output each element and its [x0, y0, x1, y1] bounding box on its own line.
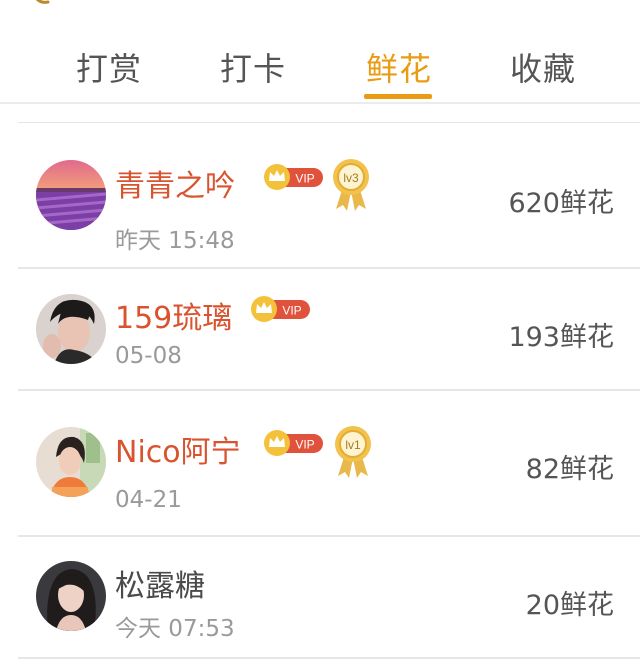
vip-badge: VIP — [264, 164, 323, 190]
timestamp: 昨天 15:48 — [115, 228, 235, 254]
user-name[interactable]: 青青之吟 — [115, 161, 235, 205]
vip-badge: VIP — [251, 296, 310, 322]
level-medal-icon: lv1 — [335, 426, 371, 478]
tab-reward[interactable]: 打赏 — [76, 44, 142, 90]
flower-count: 620鲜花 — [508, 188, 614, 219]
medal-level-text: lv3 — [343, 171, 359, 185]
avatar[interactable] — [36, 294, 106, 364]
list-item[interactable]: 159琉璃 VIP 05-08 193鲜花 — [18, 269, 640, 391]
list-item[interactable]: 青青之吟 VIP lv3 昨天 15:48 620鲜花 — [18, 123, 640, 269]
medal-level-text: lv1 — [345, 438, 361, 452]
list-item[interactable]: Nico阿宁 VIP lv1 04-21 82鲜花 — [18, 391, 640, 537]
flower-count: 20鲜花 — [525, 590, 614, 621]
vip-badge: VIP — [264, 430, 323, 456]
vip-badge-text: VIP — [282, 304, 301, 318]
vip-badge-text: VIP — [295, 172, 314, 186]
tab-flowers[interactable]: 鲜花 — [366, 44, 432, 90]
active-tab-indicator — [364, 94, 432, 99]
tab-favorites[interactable]: 收藏 — [510, 44, 576, 90]
flower-count: 82鲜花 — [525, 454, 614, 485]
user-name[interactable]: 松露糖 — [115, 561, 205, 605]
tab-checkin[interactable]: 打卡 — [220, 44, 286, 90]
vip-badge-text: VIP — [295, 438, 314, 452]
timestamp: 今天 07:53 — [115, 616, 235, 642]
avatar[interactable] — [36, 427, 106, 497]
level-medal-icon: lv3 — [333, 159, 369, 211]
tab-bar: 打赏 打卡 鲜花 收藏 — [0, 0, 640, 104]
flower-ranking-screen: 打赏 打卡 鲜花 收藏 青青之吟 VIP lv3 昨天 15:48 620鲜花 … — [0, 0, 640, 664]
user-name[interactable]: Nico阿宁 — [115, 427, 241, 471]
avatar[interactable] — [36, 561, 106, 631]
avatar[interactable] — [36, 160, 106, 230]
timestamp: 05-08 — [115, 343, 182, 369]
flower-count: 193鲜花 — [508, 322, 614, 353]
user-name[interactable]: 159琉璃 — [115, 293, 232, 337]
list-item[interactable]: 松露糖 今天 07:53 20鲜花 — [18, 537, 640, 659]
timestamp: 04-21 — [115, 487, 182, 513]
